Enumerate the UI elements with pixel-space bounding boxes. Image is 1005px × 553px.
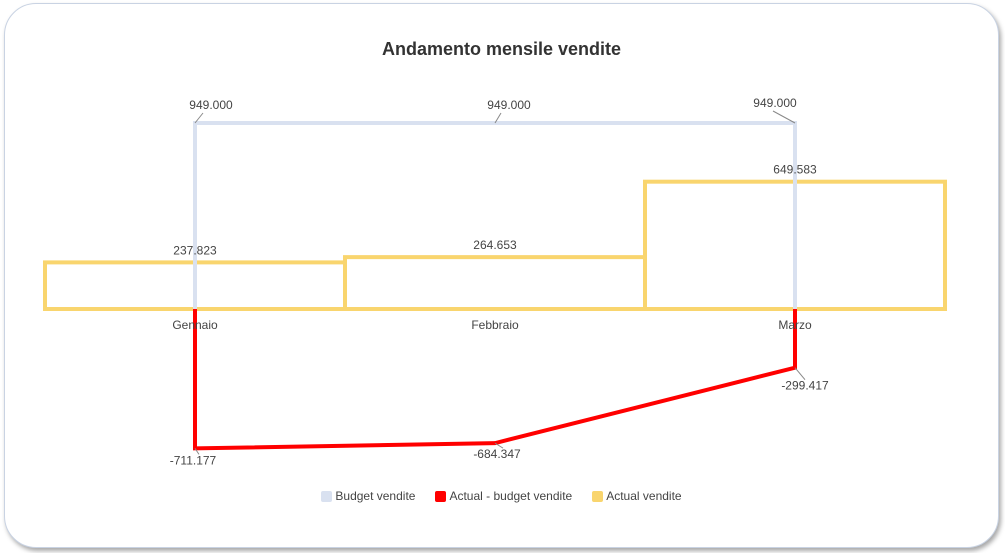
actual-data-label-2: 649.583: [773, 163, 817, 177]
x-tick-label-0: Gennaio: [172, 318, 218, 332]
legend-label-actual: Actual vendite: [606, 489, 682, 503]
legend-swatch-actual-minus-budget: [435, 490, 447, 502]
budget-data-label-1: 949.000: [487, 98, 531, 112]
legend-label-actual-minus-budget: Actual - budget vendite: [449, 489, 573, 503]
legend-swatch-budget: [321, 490, 333, 502]
actual-bar-1: [343, 255, 647, 311]
legend-item-actual-minus-budget[interactable]: Actual - budget vendite: [435, 489, 572, 503]
actual-minus-budget-data-label-1: -684.347: [473, 447, 521, 461]
actual-minus-budget-data-label-2: -299.417: [781, 379, 829, 393]
actual-minus-budget-data-label-0: -711.177: [170, 453, 217, 467]
legend-swatch-actual: [592, 490, 604, 502]
budget-line: [193, 121, 797, 309]
chart-card: Andamento mensile vendite Gennaio Febbrai…: [4, 3, 999, 548]
x-tick-label-2: Marzo: [778, 318, 812, 332]
actual-data-label-1: 264.653: [473, 238, 517, 252]
chart-plot: Gennaio Febbraio Marzo 949.000 949.000 949.00…: [43, 96, 947, 467]
legend-item-budget[interactable]: Budget vendite: [321, 489, 415, 503]
chart-legend: Budget vendite Actual - budget vendite A…: [5, 489, 998, 503]
legend-item-actual[interactable]: Actual vendite: [592, 489, 682, 503]
budget-data-label-2: 949.000: [753, 96, 797, 110]
x-tick-label-1: Febbraio: [471, 318, 519, 332]
actual-data-label-0: 237.823: [173, 243, 217, 257]
budget-data-label-0: 949.000: [189, 98, 233, 112]
legend-label-budget: Budget vendite: [335, 489, 416, 503]
